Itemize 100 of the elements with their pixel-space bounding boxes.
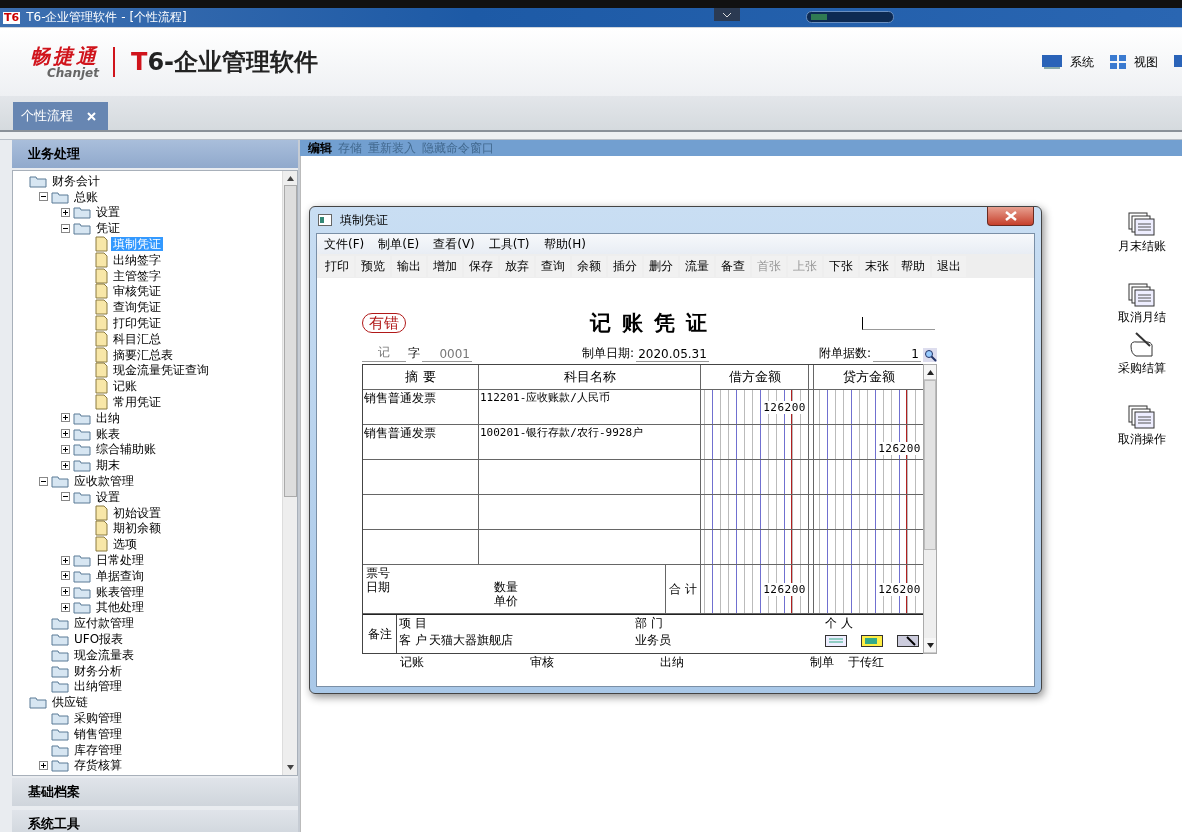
hand-pen-icon[interactable] <box>1128 332 1156 358</box>
tree-item[interactable]: 其他处理 <box>94 600 146 615</box>
header-menu-item[interactable]: 系统 <box>1070 53 1094 71</box>
tree-item[interactable]: 日常处理 <box>94 553 146 567</box>
tree-item[interactable]: UFO报表 <box>72 632 126 646</box>
tree-item[interactable]: 常用凭证 <box>111 395 163 410</box>
voucher-title: 记 账 凭 证 <box>589 309 710 337</box>
unit-price-label: 单价 <box>494 594 518 608</box>
folder-icon <box>73 442 91 457</box>
pages-icon[interactable] <box>1128 405 1156 429</box>
monitor-icon[interactable] <box>1042 55 1062 69</box>
expander-icon[interactable] <box>61 223 70 233</box>
tree-item[interactable]: 供应链 <box>50 695 90 710</box>
tree-item[interactable]: 出纳管理 <box>72 679 124 694</box>
tree-item[interactable]: 综合辅助账 <box>94 442 158 457</box>
tree-item[interactable]: 科目汇总 <box>111 331 163 346</box>
tree-item[interactable]: 主管签字 <box>111 268 163 283</box>
date-field[interactable]: 2020.05.31 <box>636 347 709 362</box>
tree-item[interactable]: 记账 <box>111 379 139 394</box>
tree-item[interactable]: 账表 <box>94 426 122 441</box>
input-field[interactable] <box>862 316 935 330</box>
tree-item[interactable]: 账表管理 <box>94 584 146 599</box>
expander-icon[interactable] <box>61 555 70 565</box>
arrow-down-icon[interactable] <box>286 765 294 770</box>
window-title: T6-企业管理软件 - [个性流程] <box>26 9 187 26</box>
folder-icon <box>29 695 47 710</box>
action-label[interactable]: 取消操作 <box>1118 431 1166 448</box>
menu-item[interactable]: 查看(V) <box>433 235 475 253</box>
search-icon[interactable] <box>923 348 937 362</box>
expander-icon[interactable] <box>61 413 70 423</box>
action-label[interactable]: 采购结算 <box>1118 360 1166 377</box>
arrow-down-icon[interactable] <box>926 642 934 648</box>
arrow-up-icon[interactable] <box>286 176 294 181</box>
attachments-field[interactable]: 1 <box>873 347 921 362</box>
tree-item[interactable]: 审核凭证 <box>111 284 163 299</box>
tree-item[interactable]: 总账 <box>72 189 100 204</box>
close-icon[interactable] <box>87 111 96 121</box>
expander-icon[interactable] <box>61 460 70 470</box>
menu-item[interactable]: 帮助(H) <box>543 235 586 253</box>
tree-item[interactable]: 出纳 <box>94 410 122 425</box>
tree-item[interactable]: 应收款管理 <box>72 474 136 489</box>
tree-item[interactable]: 采购管理 <box>72 711 124 725</box>
tree-item[interactable]: 单据查询 <box>94 568 146 583</box>
quantity-label: 数量 <box>494 580 518 594</box>
card-icon[interactable] <box>861 634 883 647</box>
grid-icon[interactable] <box>1110 55 1126 69</box>
salesman-label: 业务员 <box>635 632 672 649</box>
signature-label: 审核 <box>530 654 554 671</box>
tree-item[interactable]: 应付款管理 <box>72 616 136 631</box>
tree-item[interactable]: 库存管理 <box>72 742 124 757</box>
action-label[interactable]: 取消月结 <box>1118 309 1166 326</box>
expander-icon[interactable] <box>39 760 48 770</box>
tree-item[interactable]: 期初余额 <box>111 521 163 536</box>
header-menu-item[interactable]: 视图 <box>1134 53 1158 71</box>
tree-item[interactable]: 存货核算 <box>72 758 124 773</box>
folder-icon <box>73 221 91 236</box>
expander-icon[interactable] <box>61 587 70 597</box>
sidebar-section-header[interactable]: 基础档案 <box>12 778 298 806</box>
sidebar-section-header[interactable]: 业务处理 <box>12 140 298 168</box>
arrow-up-icon[interactable] <box>926 369 934 375</box>
tree-item[interactable]: 财务分析 <box>72 663 124 678</box>
expander-icon[interactable] <box>61 492 70 502</box>
tree-item[interactable]: 现金流量凭证查询 <box>111 363 211 378</box>
tree-item[interactable]: 现金流量表 <box>72 647 136 662</box>
expander-icon[interactable] <box>61 571 70 581</box>
tree-item[interactable]: 打印凭证 <box>111 316 163 331</box>
pages-icon[interactable] <box>1128 212 1156 236</box>
expander-icon[interactable] <box>61 208 70 217</box>
tree-item[interactable]: 查询凭证 <box>111 300 163 315</box>
sidebar-section-header[interactable]: 系统工具 <box>12 810 298 832</box>
voucher-number-field[interactable]: 0001 <box>422 347 472 362</box>
close-button[interactable] <box>987 207 1034 226</box>
tree-item[interactable]: 设置 <box>94 489 122 504</box>
tree-item[interactable]: 销售管理 <box>72 726 124 741</box>
tree-item[interactable]: 初始设置 <box>111 505 163 520</box>
expander-icon[interactable] <box>61 429 70 439</box>
tree-item[interactable]: 设置 <box>94 205 122 220</box>
menu-item[interactable]: 文件(F) <box>324 235 365 253</box>
menu-item[interactable]: 工具(T) <box>488 235 530 253</box>
close-icon[interactable] <box>1004 211 1017 221</box>
command-link[interactable]: 编辑 <box>308 139 332 157</box>
tree-item[interactable]: 出纳签字 <box>111 252 163 267</box>
card-icon[interactable] <box>825 634 847 647</box>
scrollbar[interactable] <box>923 364 937 654</box>
tree-item[interactable]: 财务会计 <box>50 173 102 188</box>
tree-item[interactable]: 期末 <box>94 458 122 473</box>
expander-icon[interactable] <box>39 192 48 202</box>
pen-icon[interactable] <box>897 634 919 647</box>
pages-icon[interactable] <box>1128 283 1156 307</box>
tree-item[interactable]: 凭证 <box>94 221 122 236</box>
action-label[interactable]: 月末结账 <box>1118 238 1166 255</box>
voucher-type-field[interactable]: 记 <box>362 344 406 362</box>
tree-item[interactable]: 摘要汇总表 <box>111 347 175 362</box>
dropdown-button[interactable] <box>714 8 740 21</box>
expander-icon[interactable] <box>61 444 70 454</box>
expander-icon[interactable] <box>39 476 48 486</box>
menu-item[interactable]: 制单(E) <box>378 235 420 253</box>
tree-item[interactable]: 选项 <box>111 537 139 552</box>
expander-icon[interactable] <box>61 602 70 612</box>
tab[interactable]: 个性流程 <box>13 102 108 130</box>
